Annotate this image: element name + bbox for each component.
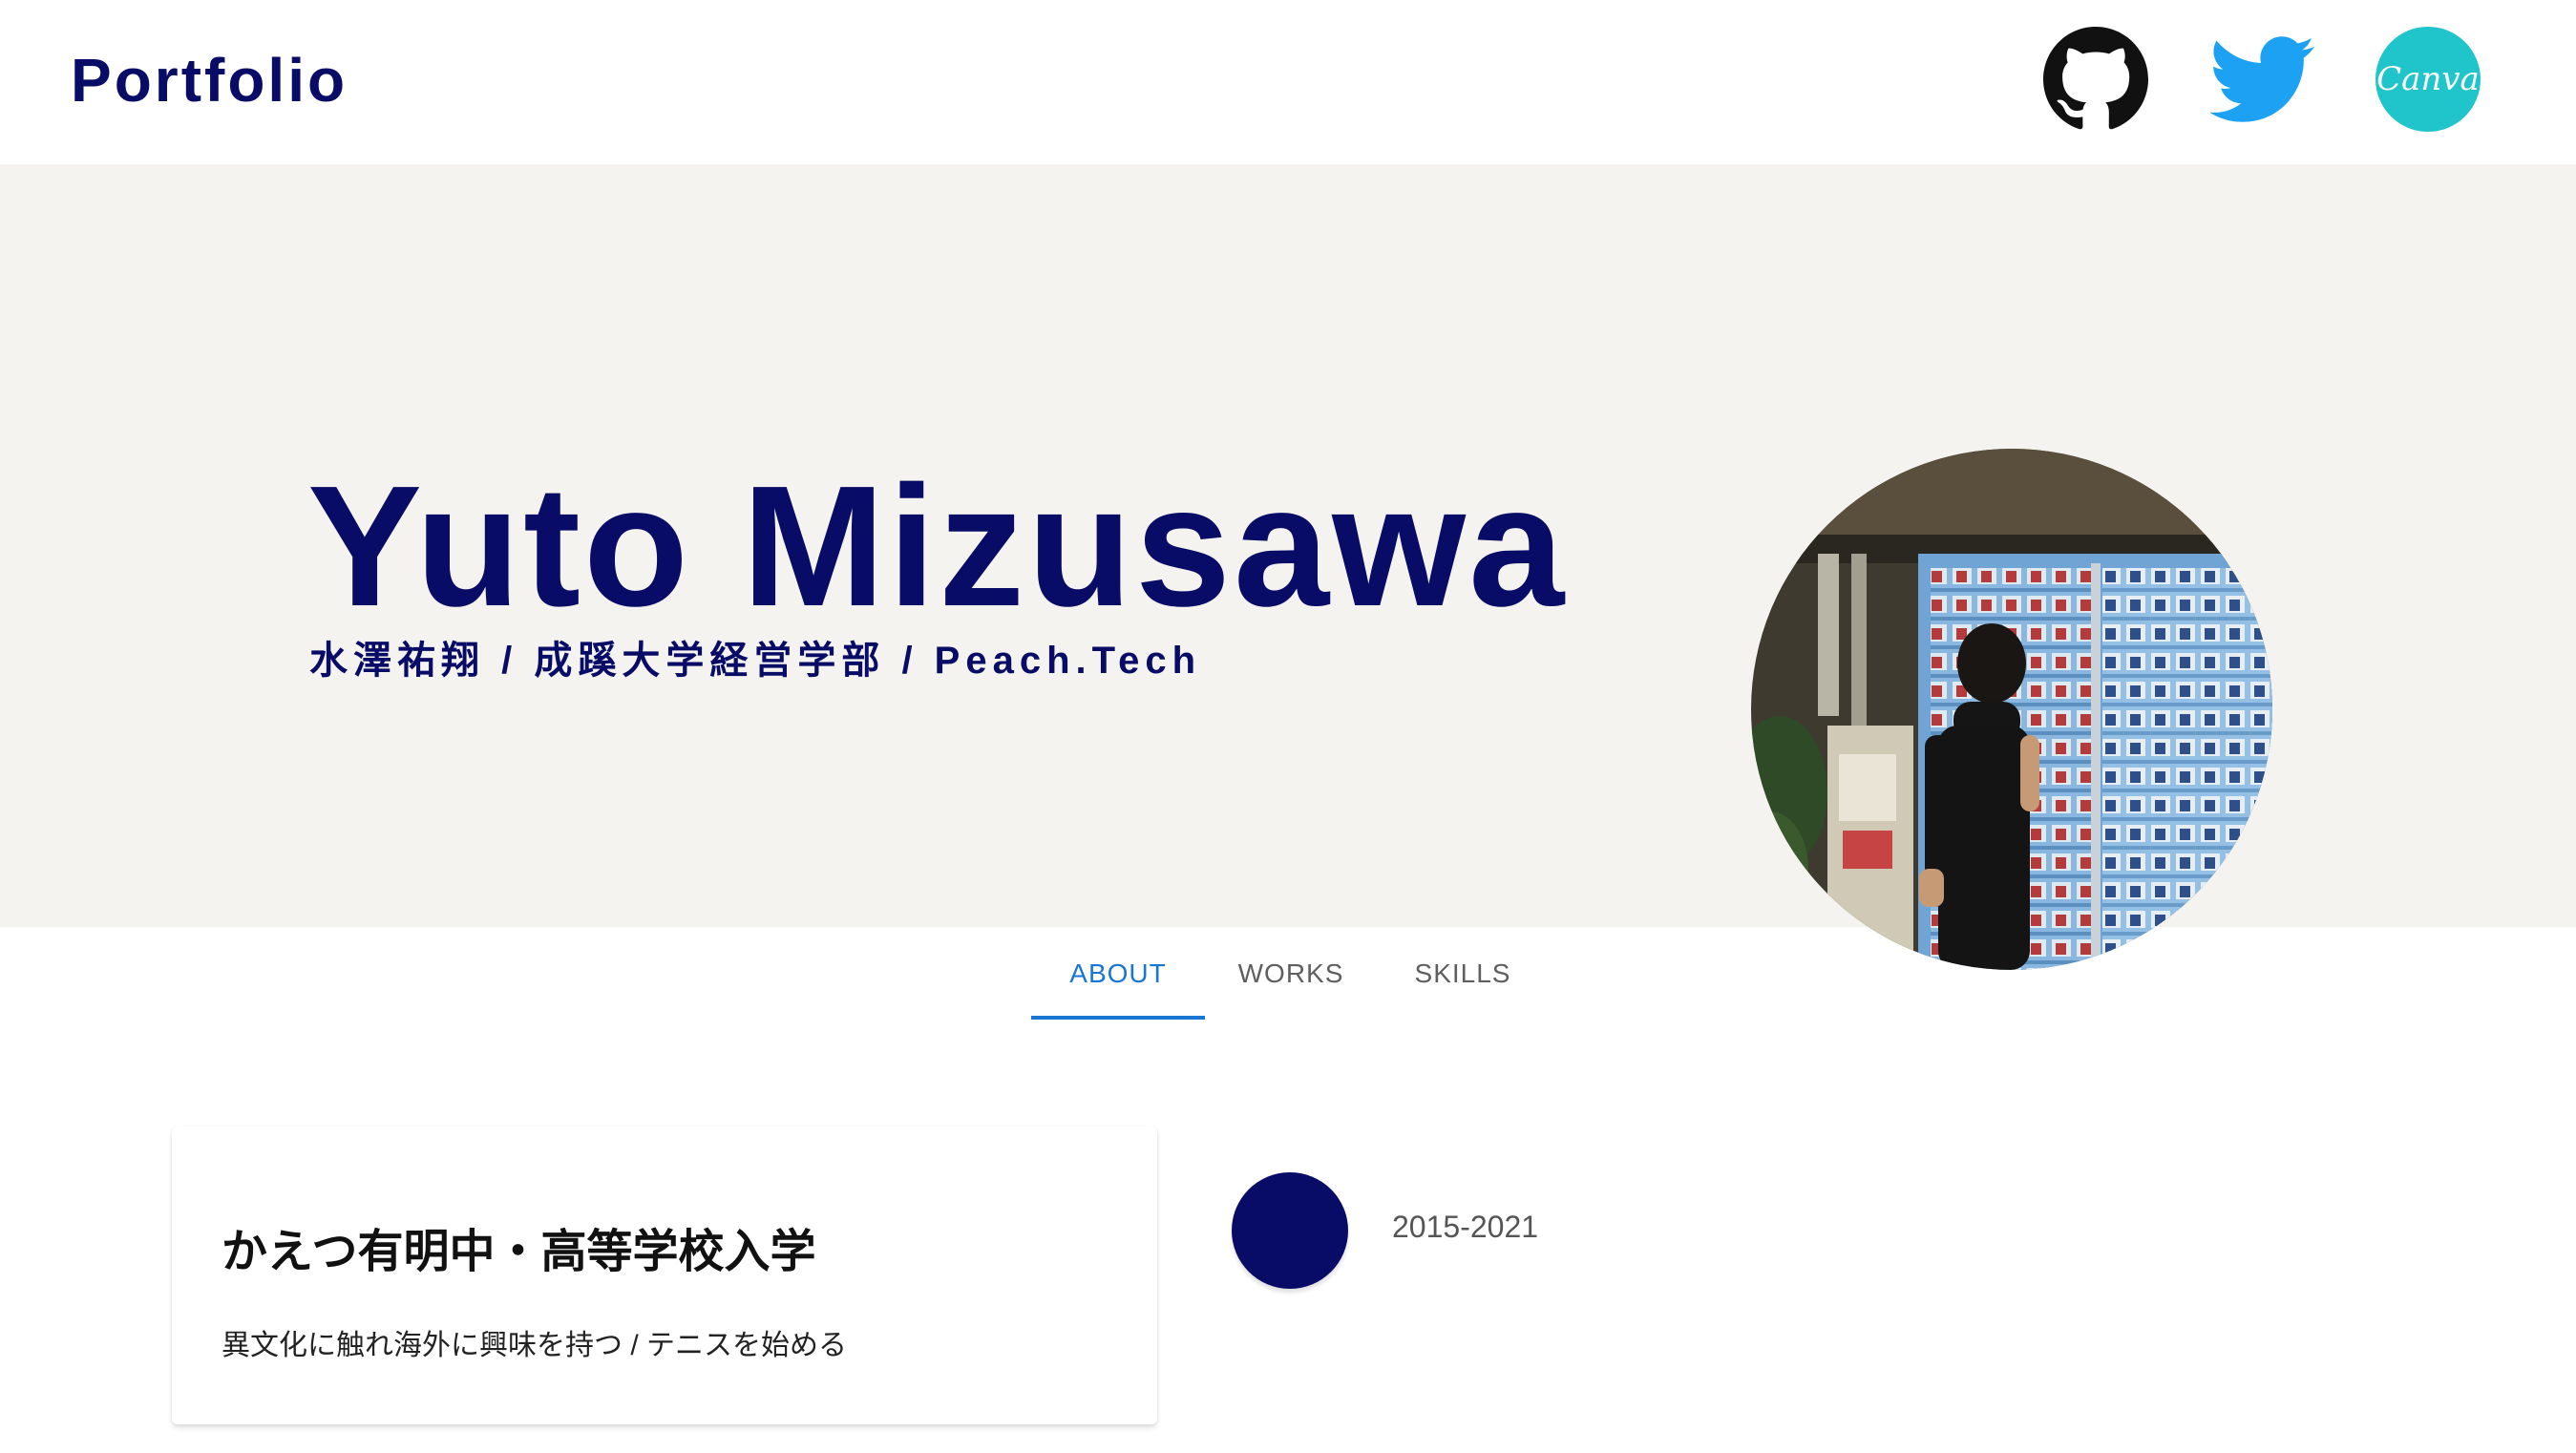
canva-link[interactable]: Canva	[2375, 27, 2481, 132]
svg-text:Canva: Canva	[2376, 60, 2480, 98]
hero-subtitle: 水澤祐翔 / 成蹊大学経営学部 / Peach.Tech	[309, 640, 1202, 682]
twitter-icon	[2209, 36, 2315, 122]
tab-works[interactable]: WORKS	[1205, 928, 1377, 1020]
site-brand[interactable]: Portfolio	[71, 42, 348, 118]
tab-skills[interactable]: SKILLS	[1377, 928, 1549, 1020]
timeline-card: かえつ有明中・高等学校入学 異文化に触れ海外に興味を持つ / テニスを始める	[172, 1127, 1157, 1424]
profile-photo	[1751, 449, 2272, 970]
hero-section: Yuto Mizusawa 水澤祐翔 / 成蹊大学経営学部 / Peach.Te…	[0, 164, 2576, 970]
timeline-dot	[1232, 1172, 1348, 1289]
timeline-description: 異文化に触れ海外に興味を持つ / テニスを始める	[222, 1330, 848, 1361]
tab-about[interactable]: ABOUT	[1031, 928, 1205, 1020]
timeline-title: かえつ有明中・高等学校入学	[222, 1227, 816, 1277]
twitter-link[interactable]	[2209, 27, 2315, 132]
canva-icon: Canva	[2375, 27, 2481, 132]
github-icon	[2043, 27, 2148, 130]
timeline-period: 2015-2021	[1392, 1210, 1539, 1244]
section-tabs: ABOUT WORKS SKILLS	[1031, 928, 1549, 1020]
hero-name: Yuto Mizusawa	[307, 451, 1568, 642]
github-link[interactable]	[2043, 27, 2148, 132]
top-header: Portfolio Canva	[0, 0, 2576, 164]
